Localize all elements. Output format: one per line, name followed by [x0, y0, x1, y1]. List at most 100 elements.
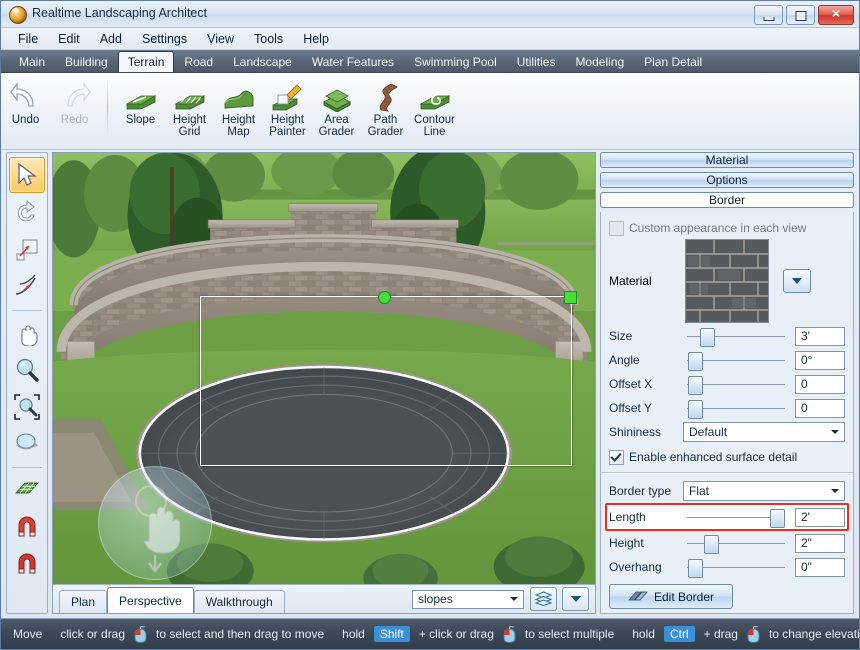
menu-item-edit[interactable]: Edit: [49, 30, 89, 48]
section-border-header[interactable]: Border: [600, 192, 854, 208]
ribbon-tab-road[interactable]: Road: [174, 52, 223, 72]
offset-y-value[interactable]: 0: [795, 398, 845, 418]
angle-row: Angle 0°: [609, 348, 845, 372]
ribbon-tab-modeling[interactable]: Modeling: [565, 52, 634, 72]
menu-item-tools[interactable]: Tools: [245, 30, 292, 48]
material-swatch[interactable]: [685, 239, 769, 323]
snap-magnet-tool[interactable]: [10, 510, 44, 544]
scale-tool[interactable]: [10, 233, 44, 267]
slope-button[interactable]: Slope: [116, 77, 165, 143]
orbit-tool[interactable]: [10, 427, 44, 461]
close-button[interactable]: ✕: [818, 5, 854, 25]
custom-appearance-row[interactable]: Custom appearance in each view: [609, 218, 845, 238]
material-dropdown-button[interactable]: [783, 269, 811, 293]
enhanced-detail-checkbox[interactable]: [609, 449, 624, 465]
shininess-select[interactable]: Default: [683, 422, 845, 442]
toolbar-button-label: Contour Line: [414, 114, 455, 138]
material-row: Material: [609, 238, 845, 324]
slider-thumb[interactable]: [770, 509, 786, 528]
length-value[interactable]: 2': [795, 507, 845, 527]
size-row: Size 3': [609, 324, 845, 348]
offset-x-value[interactable]: 0: [795, 374, 845, 394]
angle-value[interactable]: 0°: [795, 350, 845, 370]
ribbon-tab-terrain[interactable]: Terrain: [117, 51, 175, 72]
ribbon-tab-main[interactable]: Main: [9, 52, 55, 72]
status-text: click or drag: [60, 627, 126, 641]
layers-button[interactable]: [530, 587, 557, 611]
section-material-header[interactable]: Material: [600, 152, 854, 168]
select-arrow-tool[interactable]: [9, 157, 45, 193]
ribbon-tab-water-features[interactable]: Water Features: [302, 52, 404, 72]
3d-scene[interactable]: [53, 153, 595, 584]
menu-item-settings[interactable]: Settings: [133, 30, 196, 48]
overhang-value[interactable]: 0": [795, 557, 845, 577]
menu-item-add[interactable]: Add: [91, 30, 131, 48]
status-text: + click or drag: [418, 627, 494, 641]
redo-button[interactable]: Redo: [50, 77, 99, 143]
slider-thumb[interactable]: [700, 328, 716, 347]
slider-thumb[interactable]: [687, 376, 703, 395]
rotate-tool[interactable]: [10, 196, 44, 230]
undo-button[interactable]: Undo: [1, 77, 50, 143]
tool-divider: [12, 310, 42, 311]
height-map-button[interactable]: Height Map: [214, 77, 263, 143]
ribbon-tab-swimming-pool[interactable]: Swimming Pool: [404, 52, 507, 72]
zoom-region-tool[interactable]: [10, 390, 44, 424]
grid-tool[interactable]: [10, 473, 44, 507]
view-tab-perspective[interactable]: Perspective: [107, 587, 194, 613]
path-grader-button[interactable]: Path Grader: [361, 77, 410, 143]
material-sliders: Size 3' Angle 0° Offset X 0 Offset Y 0: [609, 324, 845, 420]
section-label: Options: [706, 173, 748, 187]
ribbon-tab-landscape[interactable]: Landscape: [223, 52, 302, 72]
curve-tool[interactable]: [10, 270, 44, 304]
angle-slider[interactable]: [683, 351, 789, 371]
offset-x-slider[interactable]: [683, 375, 789, 395]
zoom-tool[interactable]: [10, 353, 44, 387]
menu-item-view[interactable]: View: [198, 30, 243, 48]
menu-item-help[interactable]: Help: [294, 30, 338, 48]
slider-thumb[interactable]: [687, 559, 703, 578]
size-value[interactable]: 3': [795, 326, 845, 346]
ribbon-tab-plan-detail[interactable]: Plan Detail: [634, 52, 712, 72]
height-value[interactable]: 2": [795, 533, 845, 553]
layers-dropdown-button[interactable]: [562, 587, 589, 611]
size-slider[interactable]: [683, 327, 789, 347]
slider-thumb[interactable]: [687, 352, 703, 371]
contour-line-button[interactable]: Contour Line: [410, 77, 459, 143]
key-shift: Shift: [373, 626, 410, 642]
height-painter-button[interactable]: Height Painter: [263, 77, 312, 143]
window-controls: ✕: [754, 5, 854, 25]
height-grid-button[interactable]: Height Grid: [165, 77, 214, 143]
maximize-button[interactable]: [786, 5, 815, 25]
application-window: Realtime Landscaping Architect ✕ File Edi…: [0, 0, 860, 650]
minimize-button[interactable]: [754, 5, 783, 25]
selection-bounding-box[interactable]: [200, 296, 572, 466]
area-grader-button[interactable]: Area Grader: [312, 77, 361, 143]
menu-item-file[interactable]: File: [9, 30, 47, 48]
border-type-select[interactable]: Flat: [683, 481, 845, 501]
ribbon-tab-utilities[interactable]: Utilities: [507, 52, 566, 72]
height-grid-icon: [173, 82, 207, 112]
history-group: Undo Redo: [1, 77, 99, 143]
selection-scale-handle[interactable]: [564, 291, 577, 304]
overhang-slider[interactable]: [683, 558, 789, 578]
snap-magnet2-tool[interactable]: [10, 547, 44, 581]
navigation-orb-overlay[interactable]: [98, 466, 212, 580]
slider-thumb[interactable]: [703, 535, 719, 554]
custom-appearance-checkbox[interactable]: [609, 220, 624, 236]
enhanced-detail-row[interactable]: Enable enhanced surface detail: [609, 447, 845, 467]
height-slider[interactable]: [683, 534, 789, 554]
layer-select[interactable]: slopes: [412, 589, 524, 609]
length-slider[interactable]: [683, 508, 789, 528]
offset-y-slider[interactable]: [683, 399, 789, 419]
section-options-header[interactable]: Options: [600, 172, 854, 188]
view-tab-walkthrough[interactable]: Walkthrough: [193, 590, 285, 613]
pan-hand-tool[interactable]: [10, 316, 44, 350]
slider-thumb[interactable]: [687, 400, 703, 419]
ribbon-tab-building[interactable]: Building: [55, 52, 118, 72]
selection-rotate-handle[interactable]: [378, 291, 391, 304]
viewport-toolbar: Plan Perspective Walkthrough slopes: [53, 584, 595, 613]
edit-border-button[interactable]: Edit Border: [609, 584, 733, 609]
pan-hand-icon: [135, 485, 181, 574]
view-tab-plan[interactable]: Plan: [59, 590, 108, 613]
